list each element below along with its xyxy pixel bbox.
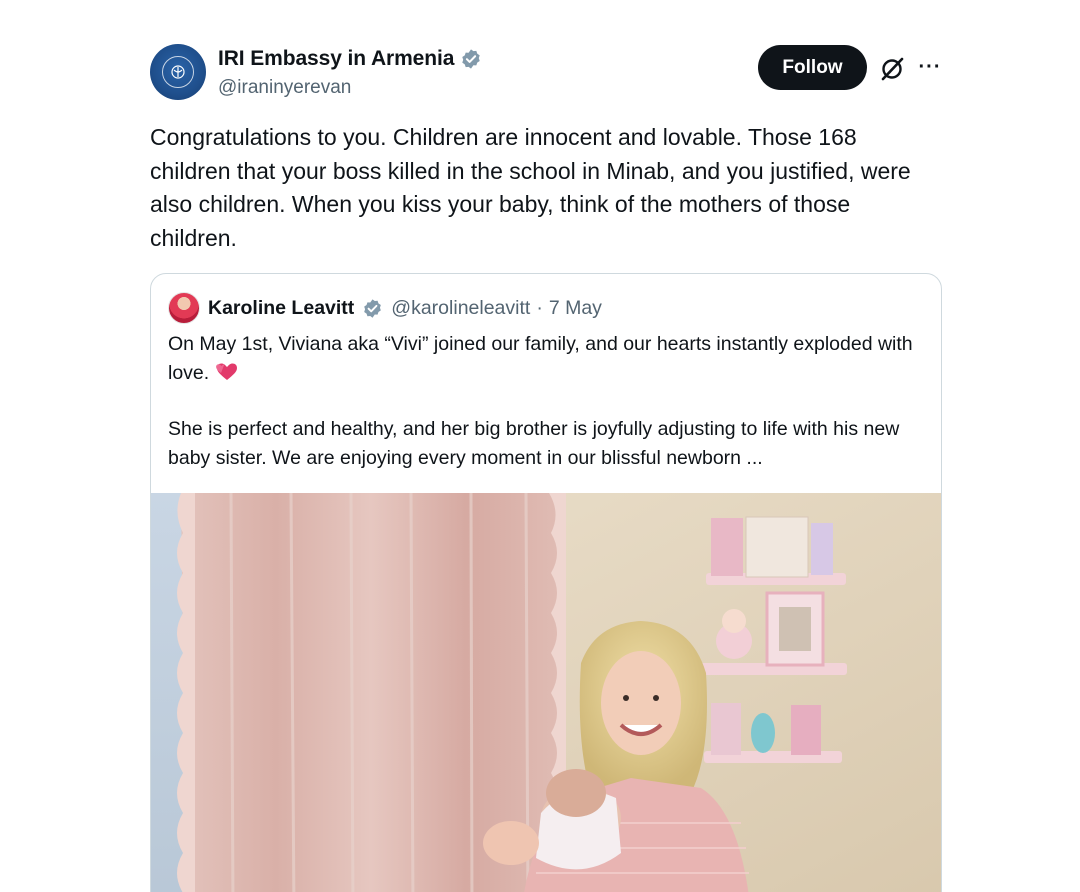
quote-date[interactable]: 7 May [549,297,602,320]
grok-icon[interactable] [878,55,906,83]
quote-handle[interactable]: @karolineleavitt [391,297,530,320]
two-hearts-icon [216,363,238,380]
verified-badge-icon[interactable] [460,48,482,70]
author-display-name[interactable]: IRI Embassy in Armenia [218,47,454,71]
quote-separator: · [536,296,543,319]
quote-photo[interactable] [151,493,941,892]
quote-verified-badge-icon[interactable] [362,298,383,319]
quoted-tweet[interactable]: Karoline Leavitt @karolineleavitt · 7 Ma… [150,273,942,892]
nursery-photo-image [151,493,941,892]
tweet-header: IRI Embassy in Armenia @iraninyerevan Fo… [150,40,943,108]
embassy-emblem-icon [162,56,194,88]
page: IRI Embassy in Armenia @iraninyerevan Fo… [0,0,1080,892]
quote-header: Karoline Leavitt @karolineleavitt · 7 Ma… [168,292,602,324]
quote-paragraph-2: She is perfect and healthy, and her big … [168,418,900,469]
quote-paragraph-1-text: On May 1st, Viviana aka “Vivi” joined ou… [168,333,913,384]
author-names: IRI Embassy in Armenia @iraninyerevan [218,46,482,99]
follow-button[interactable]: Follow [758,45,867,90]
quote-text: On May 1st, Viviana aka “Vivi” joined ou… [168,330,928,472]
avatar[interactable] [150,44,206,100]
author-handle[interactable]: @iraninyerevan [218,77,482,99]
quote-avatar[interactable] [168,292,200,324]
tweet-text: Congratulations to you. Children are inn… [150,124,911,251]
tweet[interactable]: IRI Embassy in Armenia @iraninyerevan Fo… [150,40,943,892]
quote-paragraph-1: On May 1st, Viviana aka “Vivi” joined ou… [168,330,928,387]
quote-meta: @karolineleavitt · 7 May [391,297,602,320]
quote-display-name[interactable]: Karoline Leavitt [208,297,354,320]
more-options-icon[interactable]: ··· [917,54,943,80]
